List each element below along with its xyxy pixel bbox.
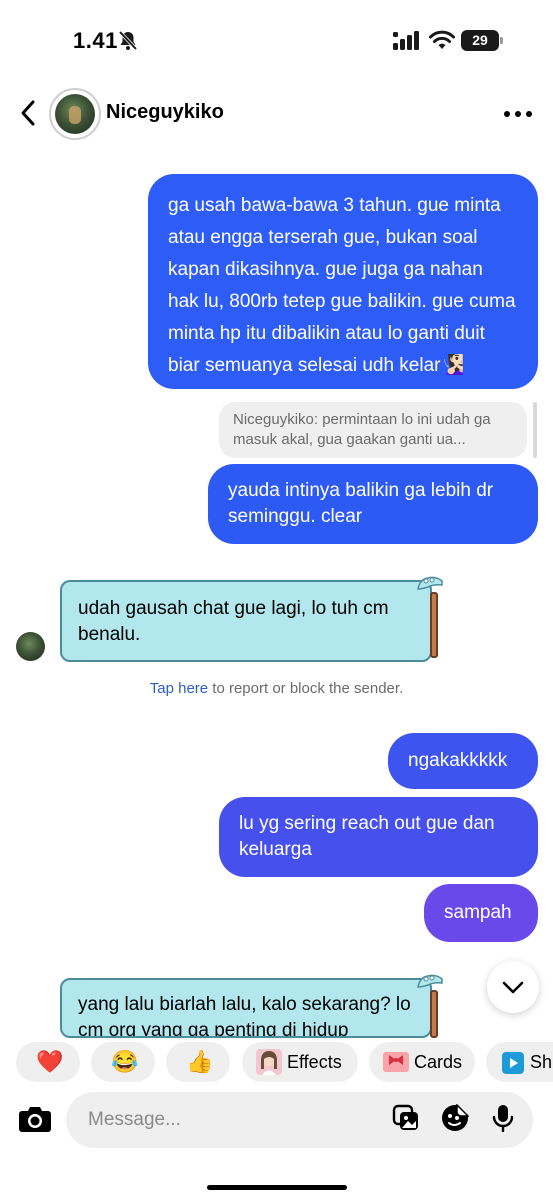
thumbs-up-emoji: 👍 bbox=[186, 1049, 214, 1074]
reply-bar bbox=[533, 402, 537, 458]
sender-avatar[interactable] bbox=[16, 632, 45, 661]
quick-reaction-bar: ❤️ 😂 👍 Effects Cards Sh bbox=[0, 1040, 553, 1084]
camera-icon[interactable] bbox=[18, 1104, 52, 1134]
effects-button[interactable]: Effects bbox=[242, 1042, 358, 1082]
outgoing-message[interactable]: sampah bbox=[424, 884, 538, 942]
contact-name[interactable]: Niceguykiko bbox=[106, 101, 224, 124]
message-text: yang lalu biarlah lalu, kalo sekarang? l… bbox=[78, 994, 411, 1038]
wifi-icon bbox=[429, 30, 455, 49]
contact-avatar[interactable] bbox=[49, 88, 101, 140]
gallery-icon[interactable] bbox=[392, 1104, 420, 1132]
outgoing-message[interactable]: ngakakkkkk bbox=[388, 733, 538, 789]
outgoing-message[interactable]: lu yg sering reach out gue dan keluarga bbox=[219, 797, 538, 877]
laugh-emoji: 😂 bbox=[111, 1049, 139, 1074]
status-time: 1.41 bbox=[73, 28, 118, 53]
heart-emoji: ❤️ bbox=[36, 1049, 64, 1074]
incoming-message[interactable]: udah gausah chat gue lagi, lo tuh cm ben… bbox=[60, 580, 432, 662]
croc-head-icon bbox=[417, 974, 443, 988]
chat-header: Niceguykiko bbox=[0, 85, 553, 143]
chevron-down-icon bbox=[502, 981, 524, 994]
outgoing-message[interactable]: ga usah bawa-bawa 3 tahun. gue minta ata… bbox=[148, 174, 538, 389]
microphone-icon[interactable] bbox=[489, 1104, 517, 1132]
avatar bbox=[55, 94, 95, 134]
message-composer bbox=[0, 1090, 553, 1150]
play-icon bbox=[502, 1052, 524, 1074]
effects-label: Effects bbox=[287, 1052, 342, 1072]
report-text: to report or block the sender. bbox=[208, 680, 404, 697]
share-label: Sh bbox=[530, 1052, 553, 1072]
effects-avatar-icon bbox=[256, 1049, 282, 1075]
reaction-laugh-button[interactable]: 😂 bbox=[91, 1042, 155, 1082]
outgoing-message[interactable]: yauda intinya balikin ga lebih dr seming… bbox=[208, 464, 538, 544]
bell-slash-icon bbox=[118, 30, 138, 51]
croc-bubble-decoration bbox=[430, 592, 438, 658]
croc-head-icon bbox=[417, 576, 443, 590]
reply-preview[interactable]: Niceguykiko: permintaan lo ini udah ga m… bbox=[219, 402, 527, 458]
card-gift-icon bbox=[383, 1052, 409, 1072]
scroll-to-bottom-button[interactable] bbox=[487, 961, 539, 1013]
cards-button[interactable]: Cards bbox=[369, 1042, 475, 1082]
battery-level: 29 bbox=[461, 30, 499, 51]
report-link[interactable]: Tap here bbox=[150, 680, 208, 697]
home-indicator bbox=[207, 1185, 347, 1190]
status-bar: 1.41 29 bbox=[0, 0, 553, 80]
back-chevron-icon[interactable] bbox=[18, 99, 38, 127]
reaction-thumbs-up-button[interactable]: 👍 bbox=[166, 1042, 230, 1082]
share-button[interactable]: Sh bbox=[486, 1042, 553, 1082]
reaction-heart-button[interactable]: ❤️ bbox=[16, 1042, 80, 1082]
more-options-icon[interactable] bbox=[504, 111, 532, 117]
cellular-signal-icon bbox=[393, 31, 419, 50]
battery-icon: 29 bbox=[461, 30, 503, 51]
incoming-message[interactable]: yang lalu biarlah lalu, kalo sekarang? l… bbox=[60, 978, 432, 1038]
report-notice: Tap here to report or block the sender. bbox=[0, 680, 553, 697]
croc-bubble-decoration bbox=[430, 990, 438, 1038]
cards-label: Cards bbox=[414, 1052, 463, 1072]
sticker-icon[interactable] bbox=[441, 1104, 469, 1132]
message-text: udah gausah chat gue lagi, lo tuh cm ben… bbox=[78, 598, 389, 645]
